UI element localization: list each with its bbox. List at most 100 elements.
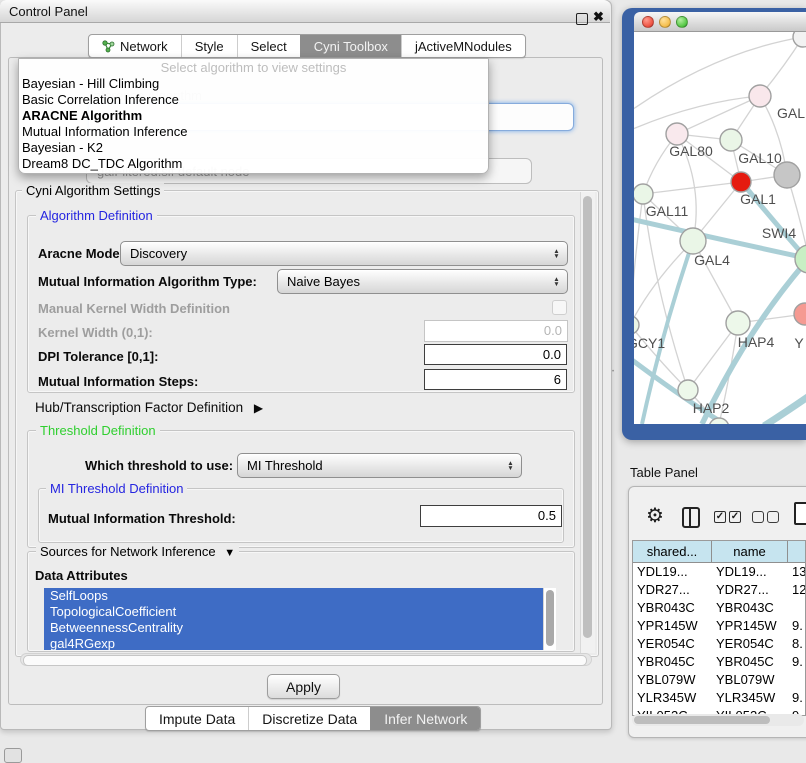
node-label: GAL4 — [694, 252, 730, 268]
list-scrollbar[interactable] — [543, 588, 556, 650]
node-label: HAP2 — [693, 400, 730, 416]
settings-legend: Cyni Algorithm Settings — [22, 183, 164, 198]
node-label: GAL11 — [646, 203, 689, 219]
attribute-item[interactable]: SelfLoops — [44, 588, 544, 604]
column-header[interactable]: name — [712, 541, 788, 563]
network-canvas[interactable]: GAL GAL80 GAL10 GAL1 GAL11 GAL4 SWI4 GCY… — [634, 32, 806, 424]
close-traffic-light[interactable] — [642, 16, 654, 28]
combo-arrows-icon: ▲▼ — [549, 277, 567, 287]
tab-infer-network[interactable]: Infer Network — [370, 707, 480, 730]
list-scrollbar-thumb[interactable] — [546, 590, 554, 646]
columns-icon[interactable] — [682, 507, 700, 528]
settings-scrollbar-thumb[interactable] — [583, 196, 592, 638]
network-node — [794, 303, 806, 325]
table-row[interactable]: YBL079WYBL079W — [633, 671, 805, 689]
network-node-gal1-selected — [731, 172, 751, 192]
algorithm-option[interactable]: Dream8 DC_TDC Algorithm — [19, 156, 488, 172]
data-attributes-label: Data Attributes — [35, 568, 128, 583]
deselect-checkbox-icon[interactable] — [752, 511, 764, 523]
algorithm-option-selected[interactable]: ARACNE Algorithm — [19, 108, 488, 124]
aracne-mode-label: Aracne Mode: — [38, 246, 124, 261]
algorithm-option[interactable]: Bayesian - Hill Climbing — [19, 76, 488, 92]
deselect-checkbox-icon2[interactable] — [767, 511, 779, 523]
network-node-labels: GAL GAL80 GAL10 GAL1 GAL11 GAL4 SWI4 GCY… — [634, 105, 805, 416]
kernel-width-field[interactable]: 0.0 — [424, 320, 568, 342]
settings-hscrollbar[interactable] — [20, 653, 592, 666]
node-table: shared... name YDL19...YDL19...13 YDR27.… — [632, 540, 806, 716]
aracne-mode-combo[interactable]: Discovery ▲▼ — [120, 241, 568, 266]
table-row[interactable]: YER054CYER054C8. — [633, 635, 805, 653]
network-window: GAL GAL80 GAL10 GAL1 GAL11 GAL4 SWI4 GCY… — [634, 12, 806, 423]
zoom-traffic-light[interactable] — [676, 16, 688, 28]
table-header-row: shared... name — [633, 541, 805, 563]
table-row[interactable]: YDR27...YDR27...12 — [633, 581, 805, 599]
tab-select[interactable]: Select — [237, 35, 300, 57]
hub-section-toggle[interactable]: Hub/Transcription Factor Definition ▶ — [35, 400, 263, 415]
mi-threshold-field[interactable]: 0.5 — [420, 505, 562, 527]
settings-hscrollbar-thumb[interactable] — [23, 655, 587, 666]
gear-icon[interactable]: ⚙ — [646, 503, 664, 528]
mi-steps-label: Mutual Information Steps: — [38, 374, 198, 389]
dpi-tolerance-field[interactable]: 0.0 — [424, 344, 567, 365]
node-label: HAP4 — [738, 334, 775, 350]
network-icon — [102, 40, 115, 53]
network-window-titlebar[interactable] — [634, 12, 806, 32]
tab-network[interactable]: Network — [89, 35, 181, 57]
node-label: GCY1 — [634, 335, 665, 351]
table-row[interactable]: YLR345WYLR345W9. — [633, 689, 805, 707]
which-threshold-combo[interactable]: MI Threshold ▲▼ — [237, 453, 522, 478]
tab-impute-data[interactable]: Impute Data — [146, 707, 248, 730]
manual-kernel-label: Manual Kernel Width Definition — [38, 301, 230, 316]
apply-button[interactable]: Apply — [267, 674, 340, 699]
table-row[interactable]: YDL19...YDL19...13 — [633, 563, 805, 581]
close-icon[interactable]: ✖ — [593, 9, 604, 25]
float-window-icon[interactable] — [576, 13, 588, 25]
network-node — [749, 85, 771, 107]
algorithm-option[interactable]: Bayesian - K2 — [19, 140, 488, 156]
select-all-checkbox-icon2[interactable]: ✓ — [729, 511, 741, 523]
algorithm-option[interactable]: Mutual Information Inference — [19, 124, 488, 140]
kernel-width-label: Kernel Width (0,1): — [38, 325, 153, 340]
expand-arrow-icon: ▶ — [254, 401, 263, 415]
dpi-tolerance-label: DPI Tolerance [0,1]: — [38, 349, 158, 364]
app-root: { "window": { "title": "Control Panel" }… — [0, 0, 806, 762]
network-node-hap2 — [678, 380, 698, 400]
tab-jactivemnodules[interactable]: jActiveMNodules — [401, 35, 525, 57]
network-node-hap4 — [726, 311, 750, 335]
minimize-traffic-light[interactable] — [659, 16, 671, 28]
network-node-gal10 — [720, 129, 742, 151]
data-attributes-list: SelfLoops TopologicalCoefficient Between… — [44, 588, 556, 650]
table-hscrollbar[interactable] — [632, 714, 804, 726]
tab-cyni-toolbox[interactable]: Cyni Toolbox — [300, 35, 401, 57]
mi-steps-field[interactable]: 6 — [424, 369, 567, 390]
mi-type-combo[interactable]: Naive Bayes ▲▼ — [277, 269, 568, 294]
table-row[interactable]: YBR045CYBR045C9. — [633, 653, 805, 671]
tab-style[interactable]: Style — [181, 35, 237, 57]
manual-kernel-checkbox[interactable] — [552, 300, 567, 315]
panel-splitter[interactable]: • — [612, 369, 616, 374]
export-table-icon[interactable] — [794, 502, 806, 525]
algorithm-option[interactable]: Basic Correlation Inference — [19, 92, 488, 108]
algorithm-dropdown-popup: Select algorithm to view settings Bayesi… — [18, 58, 489, 174]
attribute-item[interactable]: TopologicalCoefficient — [44, 604, 544, 620]
algorithm-placeholder: Select algorithm to view settings — [19, 59, 488, 76]
bottom-tabbar: Impute Data Discretize Data Infer Networ… — [145, 706, 481, 731]
select-all-checkbox-icon[interactable]: ✓ — [714, 511, 726, 523]
table-row[interactable]: YBR043CYBR043C — [633, 599, 805, 617]
network-node — [793, 32, 806, 47]
minimized-panel-icon[interactable] — [4, 748, 22, 763]
attribute-item[interactable]: gal4RGexp — [44, 636, 544, 650]
settings-scrollbar[interactable] — [580, 192, 595, 653]
column-header[interactable]: shared... — [633, 541, 712, 563]
node-label: GAL80 — [669, 143, 713, 159]
table-hscrollbar-thumb[interactable] — [634, 716, 770, 724]
columns-icon-divider — [689, 509, 691, 526]
tab-discretize-data[interactable]: Discretize Data — [248, 707, 370, 730]
sources-legend[interactable]: Sources for Network Inference ▼ — [36, 544, 239, 559]
table-row[interactable]: YPR145WYPR145W9. — [633, 617, 805, 635]
network-node-gal80 — [666, 123, 688, 145]
column-header[interactable] — [788, 541, 806, 563]
attribute-item[interactable]: BetweennessCentrality — [44, 620, 544, 636]
network-thick-edges — [634, 185, 806, 424]
control-panel-titlebar[interactable]: Control Panel — [0, 0, 610, 23]
